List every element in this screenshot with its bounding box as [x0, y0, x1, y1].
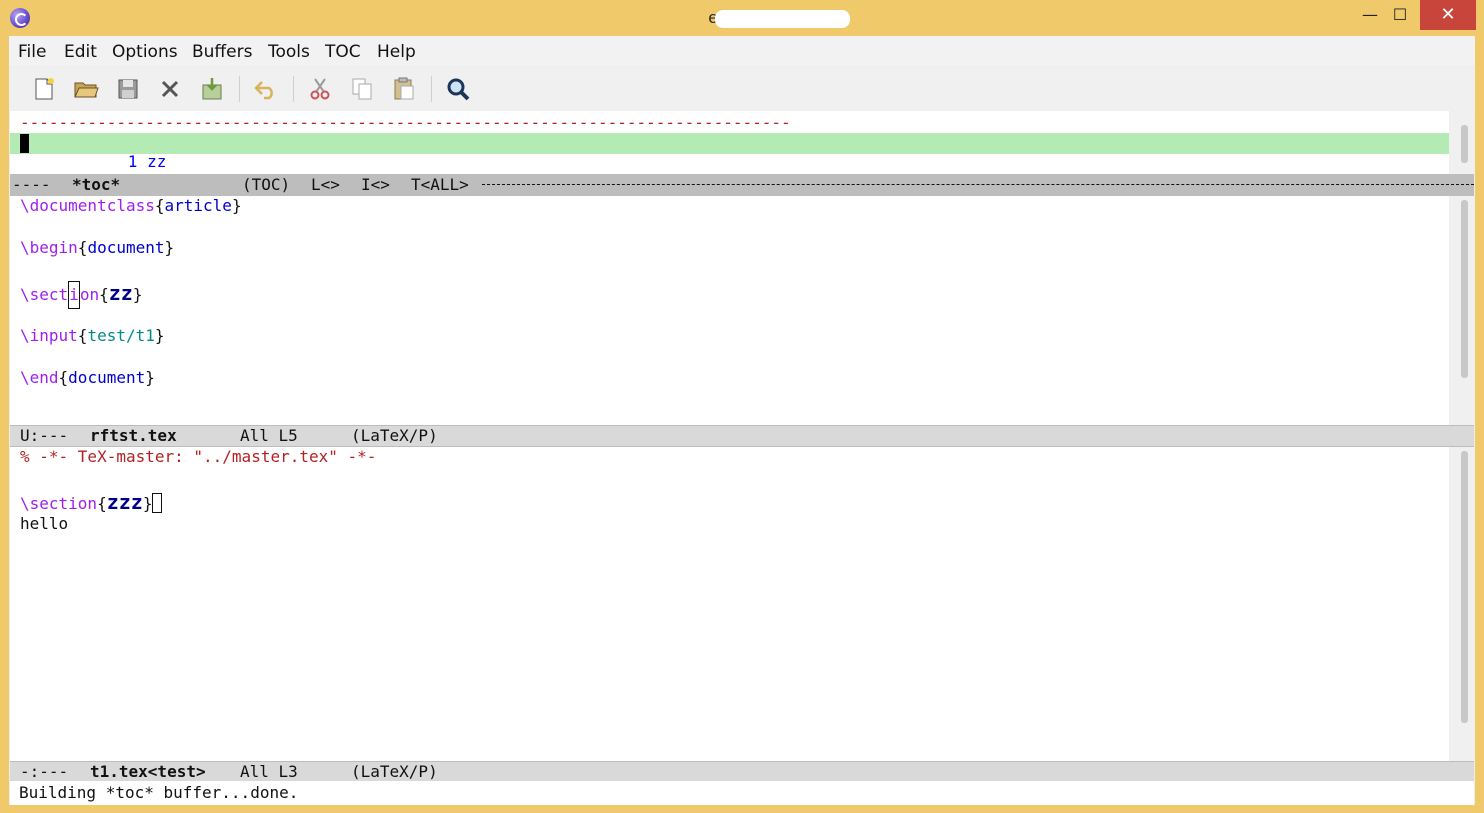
- maximize-button[interactable]: ☐: [1380, 0, 1420, 30]
- modeline-buffer-name: *toc*: [72, 175, 121, 194]
- menu-tools[interactable]: Tools: [268, 42, 310, 62]
- modeline-mode: (LaTeX/P): [351, 426, 438, 445]
- secondary-scrollbar[interactable]: [1450, 447, 1474, 761]
- search-icon[interactable]: [445, 76, 471, 102]
- title-bar: emacs@ — ☐ ✕: [0, 0, 1484, 36]
- echo-area[interactable]: Building *toc* buffer...done.: [10, 781, 1474, 805]
- main-scrollbar-thumb[interactable]: [1461, 200, 1468, 378]
- emacs-frame: File Edit Options Buffers Tools TOC Help: [9, 36, 1475, 805]
- menu-options[interactable]: Options: [112, 42, 178, 62]
- modeline-status: -:---: [20, 762, 69, 781]
- code-line: % -*- TeX-master: "../master.tex" -*-: [20, 447, 377, 466]
- toc-separator: ----------------------------------------…: [20, 113, 791, 132]
- modeline-buffer-name: t1.tex<test>: [90, 762, 206, 781]
- toolbar-separator: [431, 76, 432, 102]
- modeline-position: All L3: [240, 762, 298, 781]
- secondary-editor-window[interactable]: % -*- TeX-master: "../master.tex" -*- \s…: [10, 447, 1449, 761]
- text-cursor: [152, 493, 163, 513]
- modeline-status: ----: [12, 175, 51, 194]
- save-as-icon[interactable]: [199, 76, 225, 102]
- code-line: \documentclass{article}: [20, 196, 242, 215]
- modeline-flag-i: I<>: [361, 175, 390, 194]
- main-mode-line[interactable]: U:--- rftst.tex All L5 (LaTeX/P): [10, 425, 1474, 447]
- main-scrollbar[interactable]: [1450, 196, 1474, 425]
- modeline-position: All L5: [240, 426, 298, 445]
- modeline-fill: [482, 184, 1474, 185]
- toc-entry[interactable]: 2 zzz: [70, 154, 176, 174]
- modeline-buffer-name: rftst.tex: [90, 426, 177, 445]
- tool-bar: [9, 68, 1475, 110]
- code-line: \section{zzz}: [20, 489, 163, 517]
- copy-icon[interactable]: [349, 76, 375, 102]
- code-line: \begin{document}: [20, 238, 175, 257]
- menu-toc[interactable]: TOC: [325, 42, 361, 62]
- toc-cursor: [20, 134, 29, 153]
- text-cursor: i: [68, 281, 80, 309]
- toolbar-separator: [239, 76, 240, 102]
- open-folder-icon[interactable]: [73, 76, 99, 102]
- cut-icon[interactable]: [307, 76, 333, 102]
- menu-help[interactable]: Help: [377, 42, 416, 62]
- menu-buffers[interactable]: Buffers: [192, 42, 252, 62]
- toc-window[interactable]: ----------------------------------------…: [10, 111, 1449, 174]
- save-icon[interactable]: [115, 76, 141, 102]
- secondary-scrollbar-thumb[interactable]: [1461, 451, 1468, 723]
- new-file-icon[interactable]: [31, 76, 57, 102]
- code-line: \section{zz}: [20, 280, 142, 309]
- undo-icon[interactable]: [253, 76, 279, 102]
- code-line: \input{test/t1}: [20, 326, 165, 345]
- echo-message: Building *toc* buffer...done.: [19, 783, 299, 802]
- secondary-mode-line[interactable]: -:--- t1.tex<test> All L3 (LaTeX/P): [10, 761, 1474, 783]
- toc-scrollbar-thumb[interactable]: [1461, 125, 1468, 163]
- redacted-hostname: [715, 10, 850, 28]
- code-line: hello: [20, 514, 69, 533]
- code-line: \end{document}: [20, 368, 155, 387]
- modeline-flag-t: T<ALL>: [411, 175, 469, 194]
- toc-current-entry-highlight: [10, 133, 1449, 154]
- menu-file[interactable]: File: [18, 42, 46, 62]
- menu-bar: File Edit Options Buffers Tools TOC Help: [9, 36, 1475, 66]
- modeline-mode: (TOC): [242, 175, 291, 194]
- menu-edit[interactable]: Edit: [64, 42, 97, 62]
- modeline-flag-l: L<>: [311, 175, 340, 194]
- main-editor-window[interactable]: \documentclass{article} \begin{document}…: [10, 196, 1449, 425]
- toc-scrollbar[interactable]: [1450, 111, 1474, 174]
- toc-mode-line[interactable]: ---- *toc* (TOC) L<> I<> T<ALL>: [10, 174, 1474, 196]
- close-window-button[interactable]: ✕: [1420, 0, 1476, 30]
- paste-icon[interactable]: [391, 76, 417, 102]
- close-buffer-icon[interactable]: [157, 76, 183, 102]
- modeline-mode: (LaTeX/P): [351, 762, 438, 781]
- modeline-status: U:---: [20, 426, 69, 445]
- toolbar-separator: [293, 76, 294, 102]
